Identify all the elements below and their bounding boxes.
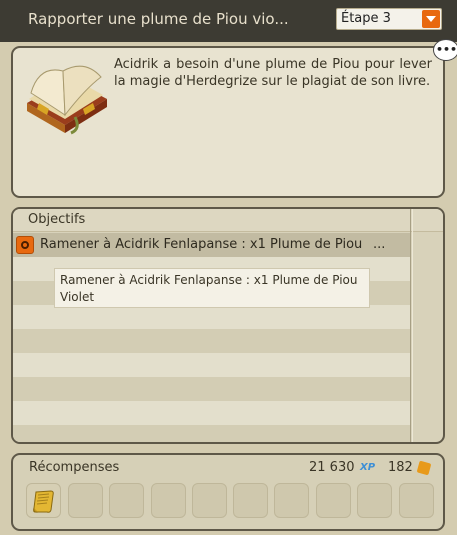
objective-empty-row: [13, 353, 410, 377]
reward-slot[interactable]: [109, 483, 144, 518]
reward-slot[interactable]: [26, 483, 61, 518]
column-divider: [410, 209, 411, 442]
objective-empty-row: [13, 305, 410, 329]
objectives-panel: Objectifs Ramener à Acidrik Fenlapanse :…: [11, 207, 445, 444]
chevron-down-icon[interactable]: [422, 10, 440, 28]
book-icon: [27, 65, 107, 135]
reward-slot[interactable]: [274, 483, 309, 518]
xp-value: 21 630: [309, 460, 355, 475]
rewards-panel: Récompenses 21 630 XP 182: [11, 453, 445, 531]
reward-slot[interactable]: [399, 483, 434, 518]
reward-slot[interactable]: [151, 483, 186, 518]
objectives-header-label: Objectifs: [28, 212, 86, 227]
chat-bubble-icon[interactable]: •••: [433, 39, 457, 61]
reward-slot[interactable]: [233, 483, 268, 518]
objective-row[interactable]: Ramener à Acidrik Fenlapanse : x1 Plume …: [13, 233, 410, 257]
rewards-label: Récompenses: [29, 460, 120, 475]
objectives-header: Objectifs: [13, 209, 443, 232]
description-panel: Acidrik a besoin d'une plume de Piou pou…: [11, 46, 445, 198]
reward-slot[interactable]: [192, 483, 227, 518]
tooltip-text: Ramener à Acidrik Fenlapanse : x1 Plume …: [60, 273, 358, 304]
scroll-icon: [33, 490, 54, 513]
chat-bubble-dots: •••: [436, 43, 457, 56]
reward-slot[interactable]: [316, 483, 351, 518]
column-divider-highlight: [412, 209, 413, 442]
step-selected-value: Étape 3: [341, 11, 391, 26]
objective-tooltip: Ramener à Acidrik Fenlapanse : x1 Plume …: [54, 268, 370, 308]
kamas-value: 182: [388, 460, 413, 475]
objective-ellipsis: ...: [373, 237, 386, 252]
objective-empty-row: [13, 425, 410, 442]
objective-target-icon: [16, 236, 34, 254]
reward-slot[interactable]: [68, 483, 103, 518]
reward-slot[interactable]: [357, 483, 392, 518]
quest-title: Rapporter une plume de Piou vio...: [28, 10, 289, 28]
xp-icon: XP: [360, 462, 376, 473]
kama-icon: [416, 460, 432, 476]
objective-label: Ramener à Acidrik Fenlapanse : x1 Plume …: [40, 237, 363, 252]
objective-empty-row: [13, 377, 410, 401]
objective-empty-row: [13, 401, 410, 425]
description-text: Acidrik a besoin d'une plume de Piou pou…: [114, 57, 432, 89]
step-dropdown[interactable]: Étape 3: [336, 8, 442, 30]
objective-empty-row: [13, 329, 410, 353]
title-bar: Rapporter une plume de Piou vio... Étape…: [0, 0, 457, 42]
